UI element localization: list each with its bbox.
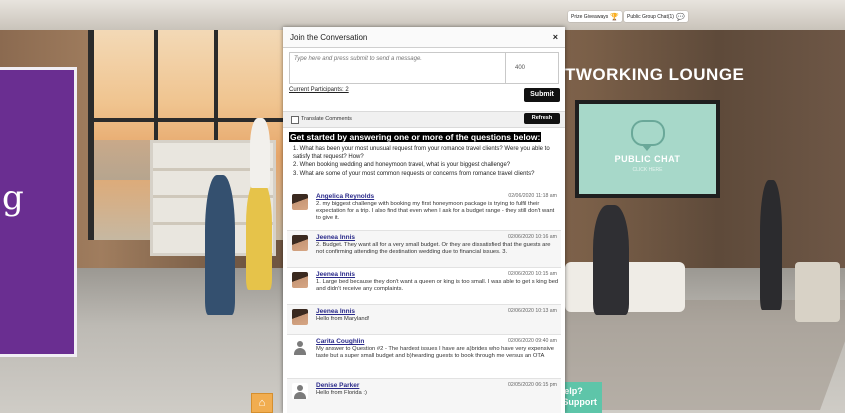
message-time: 02/06/2020 11:18 am: [508, 193, 557, 199]
chat-icon: 💬: [675, 13, 685, 21]
default-user-icon: [292, 339, 308, 355]
questions-heading: Get started by answering one or more of …: [289, 132, 542, 142]
modal-title: Join the Conversation: [290, 32, 368, 42]
message-author[interactable]: Jeenea Innis: [316, 271, 355, 278]
public-group-chat-button[interactable]: Public Group Chat(1) 💬: [624, 11, 688, 22]
person-figure: [760, 180, 782, 310]
avatar: [292, 272, 308, 288]
message-time: 02/06/2020 10:15 am: [507, 271, 557, 277]
message-author[interactable]: Denise Parker: [316, 382, 359, 389]
message-item: Angelica Reynolds 02/06/2020 11:18 am 2.…: [287, 190, 561, 231]
screen-subtitle: CLICK HERE: [632, 167, 663, 173]
default-user-icon: [292, 383, 308, 399]
trophy-icon: 🏆: [610, 13, 619, 21]
prize-label: Prize Giveaways: [571, 13, 609, 20]
person-figure: [246, 180, 272, 290]
translate-label: Translate Comments: [301, 116, 352, 122]
questions-list: 1. What has been your most unusual reque…: [293, 145, 555, 178]
message-item: Jeenea Innis 02/06/2020 10:16 am 2. Budg…: [287, 231, 561, 268]
lounge-chair: [795, 262, 840, 322]
message-time: 02/06/2020 09:40 am: [507, 338, 557, 344]
prize-giveaways-button[interactable]: Prize Giveaways 🏆: [568, 11, 622, 22]
message-author[interactable]: Carita Coughlin: [316, 338, 364, 345]
message-text: Hello from Florida :): [316, 390, 367, 396]
public-chat-label: Public Group Chat(1): [627, 13, 674, 20]
submit-button[interactable]: Submit: [524, 88, 560, 102]
person-figure: [250, 118, 270, 188]
char-counter: 400: [505, 53, 558, 83]
side-panel[interactable]: g: [0, 67, 77, 357]
message-time: 02/05/2020 06:15 pm: [507, 382, 557, 388]
participants-link[interactable]: Current Participants: 2: [289, 87, 349, 93]
public-chat-screen[interactable]: PUBLIC CHAT CLICK HERE: [575, 100, 720, 198]
message-text: 2. my biggest challenge with booking my …: [316, 201, 555, 221]
person-figure: [205, 175, 235, 315]
message-text: 1. Large bed because they don't want a q…: [316, 279, 559, 292]
screen-title: PUBLIC CHAT: [614, 154, 681, 164]
message-item: Denise Parker 02/05/2020 06:15 pm Hello …: [287, 379, 561, 413]
message-time: 02/06/2020 10:16 am: [507, 234, 557, 240]
message-author[interactable]: Jeenea Innis: [316, 308, 355, 315]
refresh-button[interactable]: Refresh: [524, 113, 560, 124]
message-author[interactable]: Angelica Reynolds: [316, 193, 374, 200]
chat-bubble-icon: [630, 120, 665, 151]
home-icon[interactable]: ⌂: [251, 393, 273, 413]
message-list[interactable]: Angelica Reynolds 02/06/2020 11:18 am 2.…: [287, 190, 561, 413]
message-box: 400: [289, 52, 559, 84]
avatar: [292, 309, 308, 325]
ceiling: [0, 0, 845, 30]
translate-row: Translate Comments: [283, 111, 565, 128]
message-item: Jeenea Innis 02/06/2020 10:13 am Hello f…: [287, 305, 561, 335]
message-input[interactable]: [290, 53, 505, 83]
message-item: Carita Coughlin 02/06/2020 09:40 am My a…: [287, 335, 561, 379]
message-text: Hello from Maryland!: [316, 316, 370, 322]
avatar: [292, 194, 308, 210]
avatar: [292, 235, 308, 251]
question-item: 2. When booking wedding and honeymoon tr…: [293, 162, 511, 169]
message-time: 02/06/2020 10:13 am: [507, 308, 557, 314]
message-author[interactable]: Jeenea Innis: [316, 234, 355, 241]
lounge-title: TWORKING LOUNGE: [565, 65, 745, 84]
side-panel-glyph: g: [2, 178, 24, 218]
translate-checkbox[interactable]: [291, 116, 299, 124]
message-text: 2. Budget. They want all for a very smal…: [316, 242, 551, 255]
modal-header: Join the Conversation ×: [283, 27, 565, 48]
close-icon[interactable]: ×: [553, 32, 558, 42]
question-item: 1. What has been your most unusual reque…: [293, 146, 550, 161]
message-item: Jeenea Innis 02/06/2020 10:15 am 1. Larg…: [287, 268, 561, 305]
message-text: My answer to Question #2 - The hardest i…: [316, 346, 555, 359]
question-item: 3. What are some of your most common req…: [293, 170, 535, 177]
chat-modal: Join the Conversation × 400 Current Part…: [283, 27, 565, 413]
person-figure: [593, 205, 629, 315]
